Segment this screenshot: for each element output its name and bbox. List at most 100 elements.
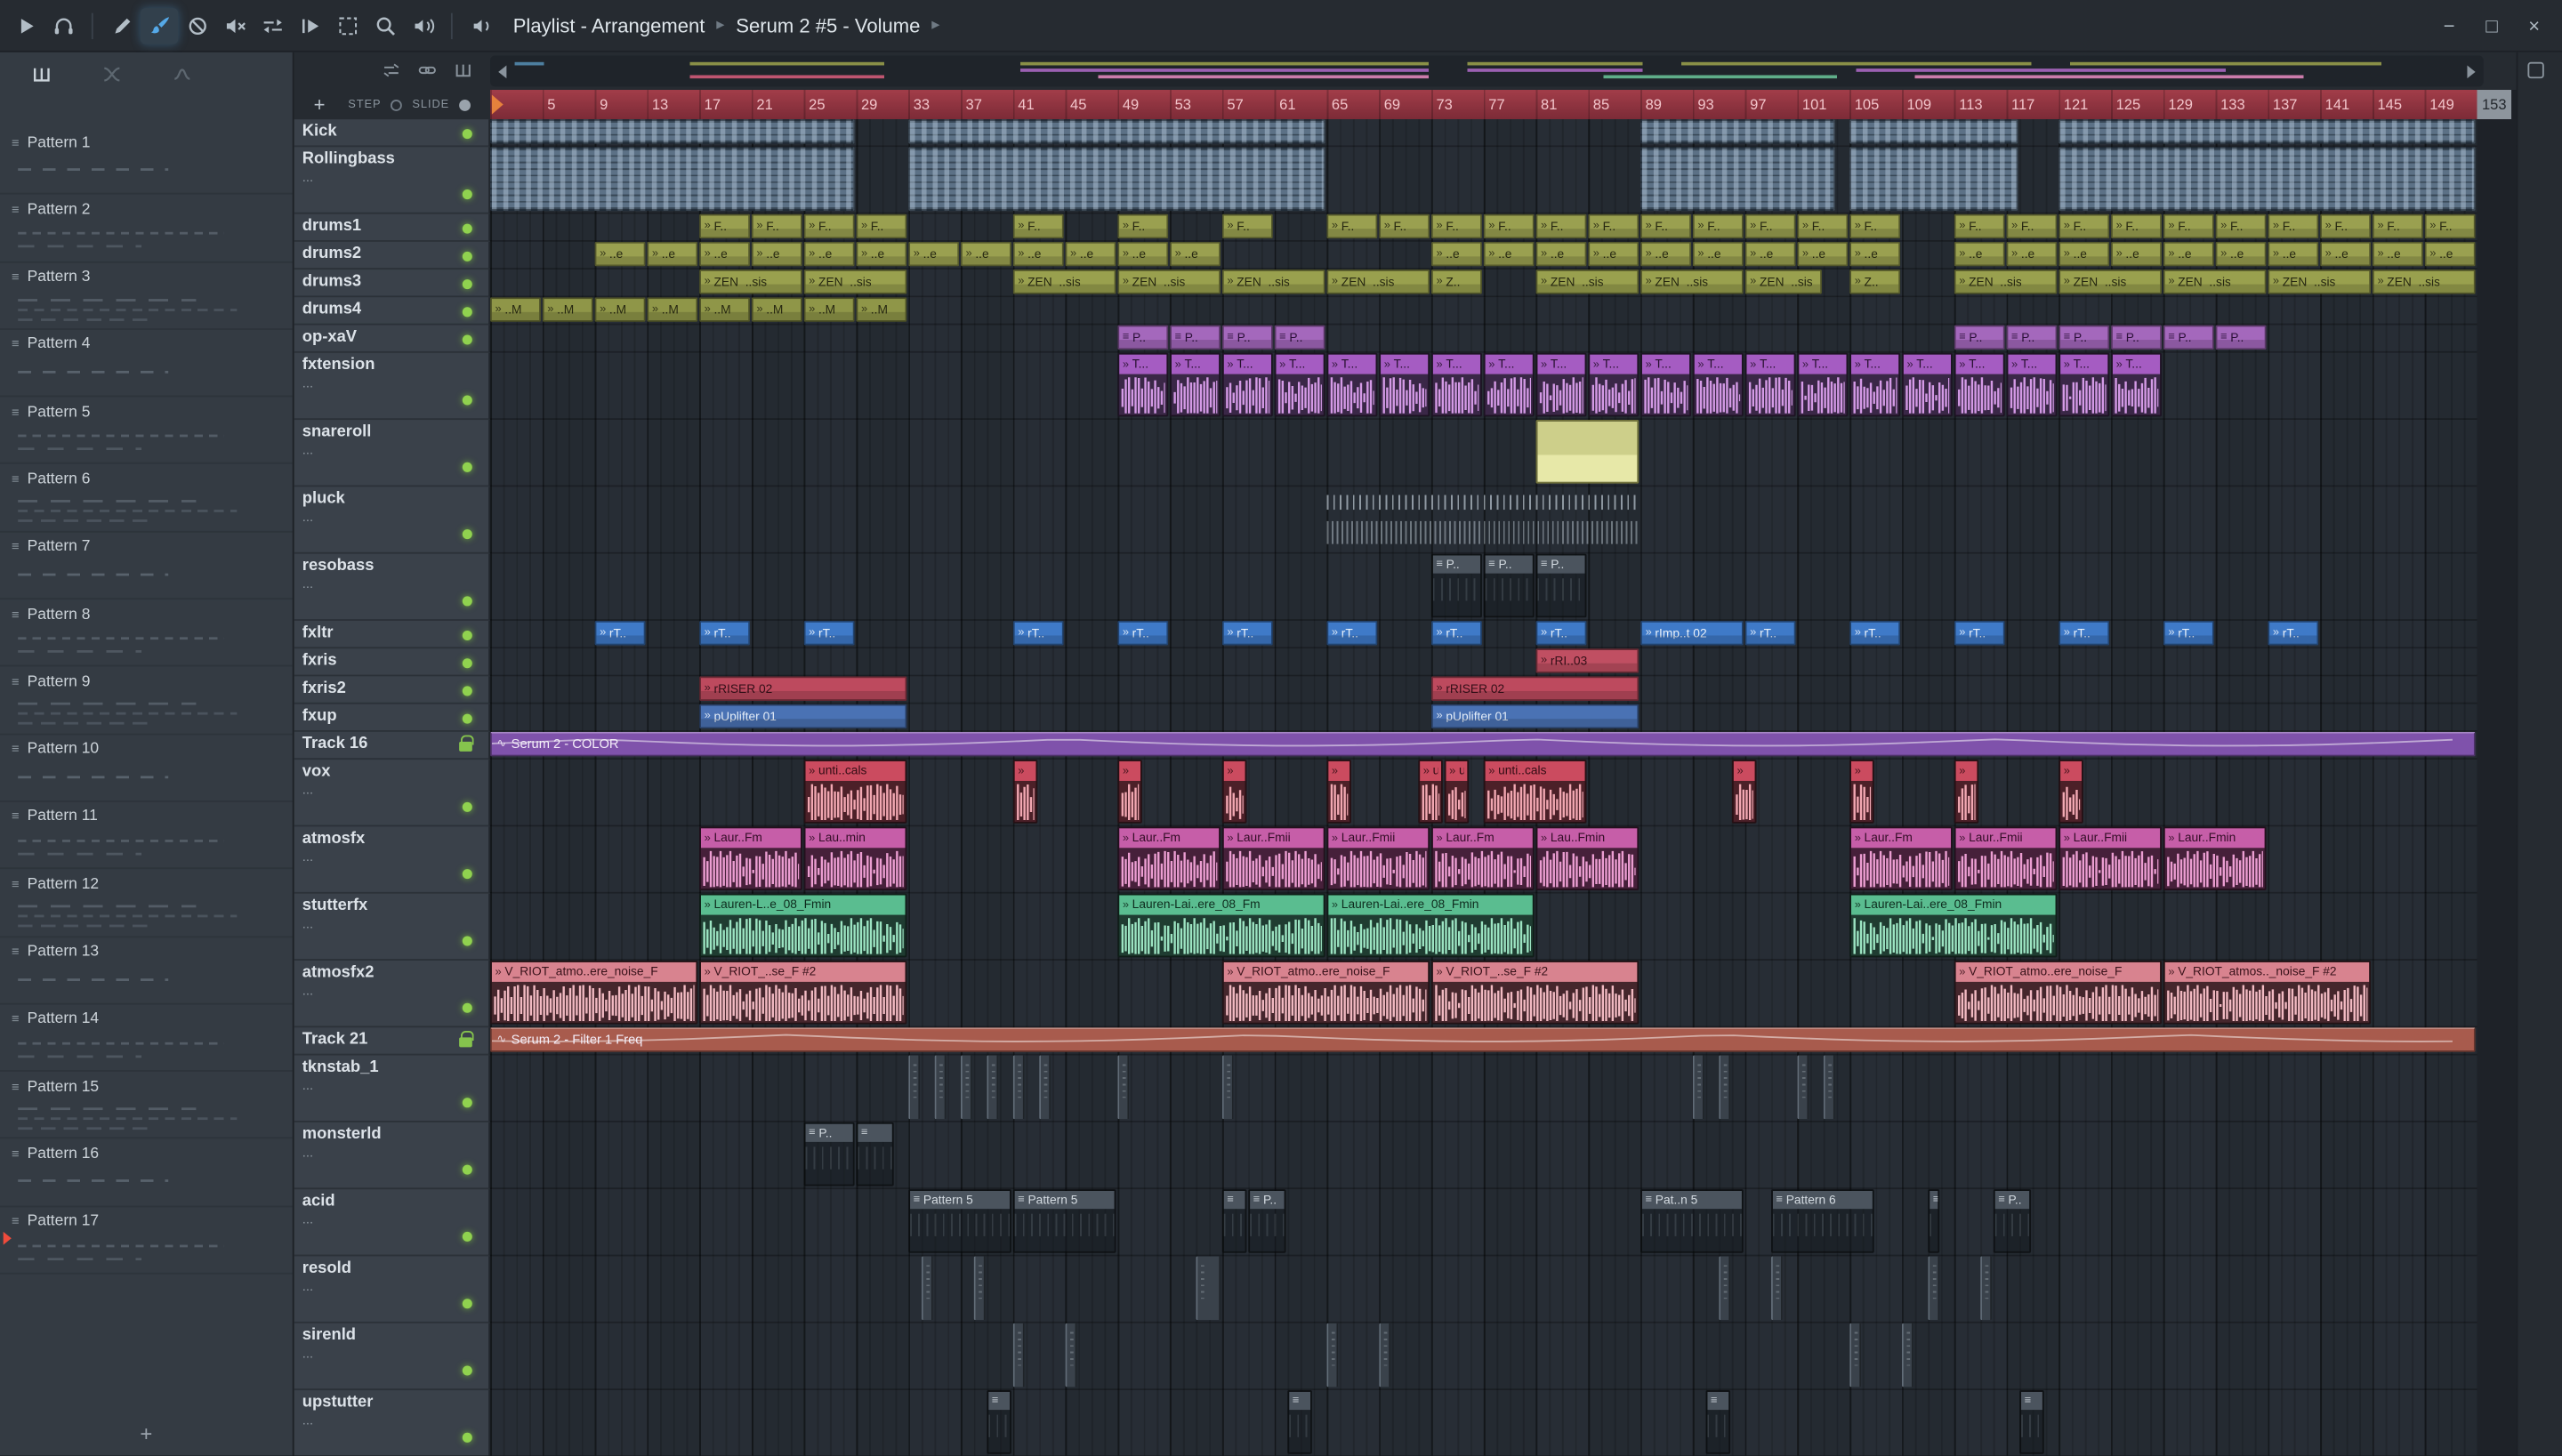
track-name[interactable]: fxup [294,704,491,732]
clip[interactable] [921,1256,933,1321]
clip[interactable]: » T... [1170,352,1221,417]
track-lane[interactable]: » rRISER 02» rRISER 02 [490,674,2517,704]
clip[interactable]: » ZEN_..sis [1535,269,1640,294]
scroll-right-button[interactable] [2459,55,2484,86]
track-mute-led[interactable] [462,712,472,723]
clip[interactable]: » V_RIOT_..se_F #2 [1430,960,1640,1025]
track-name[interactable]: fxris2 [294,676,491,704]
track-name[interactable]: drums1 [294,213,491,242]
track-mute-led[interactable] [462,250,472,261]
clip[interactable]: » rT.. [1221,620,1273,646]
track-lane[interactable]: ≡ P.. ≡ [490,1120,2517,1190]
clip[interactable] [1012,1323,1025,1388]
picker-grid-icon[interactable] [29,63,54,84]
select-icon[interactable] [328,7,366,43]
clip[interactable]: » T... [1379,352,1430,417]
clip[interactable]: » ..e [960,241,1011,267]
clip[interactable]: » F.. [1430,213,1482,239]
clip[interactable]: »u.. [1444,760,1470,824]
track-name[interactable]: drums2 [294,241,491,270]
clip[interactable]: » rT.. [2058,620,2110,646]
clip[interactable]: » ..e [1849,241,1901,267]
clip[interactable]: » ..M [856,297,907,322]
clip[interactable]: » ..e [1744,241,1796,267]
playlist-options-button[interactable] [2527,61,2544,79]
track-mute-led[interactable] [462,936,472,946]
track-name[interactable]: monsterld... [294,1122,491,1190]
clip[interactable]: » ZEN_..sis [1640,269,1744,294]
pattern-item[interactable]: ≡ Pattern 11 [0,802,293,870]
clip[interactable]: ≡ P.. [2006,325,2058,350]
clip[interactable]: » F.. [1849,213,1901,239]
track-name[interactable]: acid... [294,1189,491,1257]
clip[interactable]: » T... [1430,352,1482,417]
track-name[interactable]: drums4 [294,297,491,326]
clip[interactable]: » ..e [1012,241,1064,267]
clip[interactable]: » rT.. [1744,620,1796,646]
draw-icon[interactable] [103,7,141,43]
clip[interactable]: » T... [2006,352,2058,417]
clip[interactable]: ≡ P.. [1117,325,1169,350]
track-lane[interactable]: » ..e» ..e» ..e» ..e» ..e» ..e» ..e» ..e» ..e» ..e… [490,239,2517,270]
clip[interactable]: » rT.. [1326,620,1378,646]
delete-icon[interactable] [178,7,215,43]
track-lane[interactable]: » pUplifter 01» pUplifter 01 [490,702,2517,732]
clip[interactable]: » T... [1797,352,1849,417]
track-lane[interactable] [490,1254,2517,1323]
clip[interactable]: » [2058,760,2083,824]
clip[interactable] [1692,1055,1704,1120]
clip[interactable]: » ..e [856,241,907,267]
track-mute-led[interactable] [462,128,472,139]
swap-icon[interactable] [381,60,402,80]
crossfade-icon[interactable] [100,63,125,84]
clip[interactable]: » [1731,760,1757,824]
clip[interactable]: » ..e [699,241,751,267]
clip[interactable]: ≡ [1287,1390,1312,1454]
clip[interactable] [1849,119,2018,144]
clip[interactable]: ∿ Serum 2 - Filter 1 Freq [490,1027,2476,1052]
clip[interactable]: » ..e [1170,241,1221,267]
clip[interactable] [1719,1055,1731,1120]
clip[interactable]: ≡ P.. [1483,553,1535,618]
clip[interactable]: » T... [1221,352,1273,417]
track-name[interactable]: fxris [294,648,491,677]
clip[interactable]: » F.. [2111,213,2162,239]
clip[interactable]: » ..e [908,241,960,267]
track-mute-led[interactable] [462,1365,472,1376]
clip[interactable]: » rT.. [1012,620,1064,646]
track-mute-led[interactable] [462,189,472,200]
track-lane[interactable]: » Lauren-L..e_08_Fmin» Lauren-Lai..ere_08_… [490,891,2517,961]
clip[interactable]: » Lauren-Lai..ere_08_Fm [1117,893,1325,958]
clip[interactable]: » ZEN_..sis [1744,269,1822,294]
track-mute-led[interactable] [462,596,472,607]
mute-icon[interactable] [215,7,253,43]
minimize-button[interactable]: − [2428,4,2470,47]
clip[interactable]: ≡ P.. [1221,325,1273,350]
song-end-marker[interactable]: 153 [2477,90,2512,120]
clip[interactable]: ≡ [1221,1189,1247,1253]
track-mute-led[interactable] [462,1231,472,1242]
track-name[interactable]: op-xaV [294,325,491,353]
clip[interactable]: » ..e [2111,241,2162,267]
clip[interactable]: » ZEN_..sis [1012,269,1116,294]
clip[interactable]: » F.. [1797,213,1849,239]
track-mute-led[interactable] [462,801,472,812]
track-lane[interactable]: ≡ Pattern 5 ≡ Pattern 5 ≡ ≡ P.. ≡ Pat..n 5 ≡ Patte… [490,1187,2517,1257]
track-mute-led[interactable] [462,685,472,696]
pattern-item[interactable]: ≡ Pattern 6 [0,465,293,533]
track-lane[interactable]: ≡ P.. ≡ P.. ≡ P.. [490,551,2517,621]
step-label[interactable]: STEP [348,99,381,110]
track-name[interactable]: resold... [294,1256,491,1323]
clip[interactable]: » T... [1535,352,1587,417]
clip[interactable]: » T... [1901,352,1953,417]
clip[interactable] [973,1256,986,1321]
clip[interactable] [1117,1055,1130,1120]
clip[interactable] [2058,147,2476,211]
track-name[interactable]: Kick [294,119,491,148]
pattern-item[interactable]: ≡ Pattern 5 [0,398,293,465]
clip[interactable]: » Laur..Fm [1849,826,1953,891]
track-mute-led[interactable] [462,1098,472,1108]
clip[interactable]: » F.. [2372,213,2423,239]
clip[interactable]: » ..e [2163,241,2214,267]
track-name[interactable]: snareroll... [294,420,491,487]
